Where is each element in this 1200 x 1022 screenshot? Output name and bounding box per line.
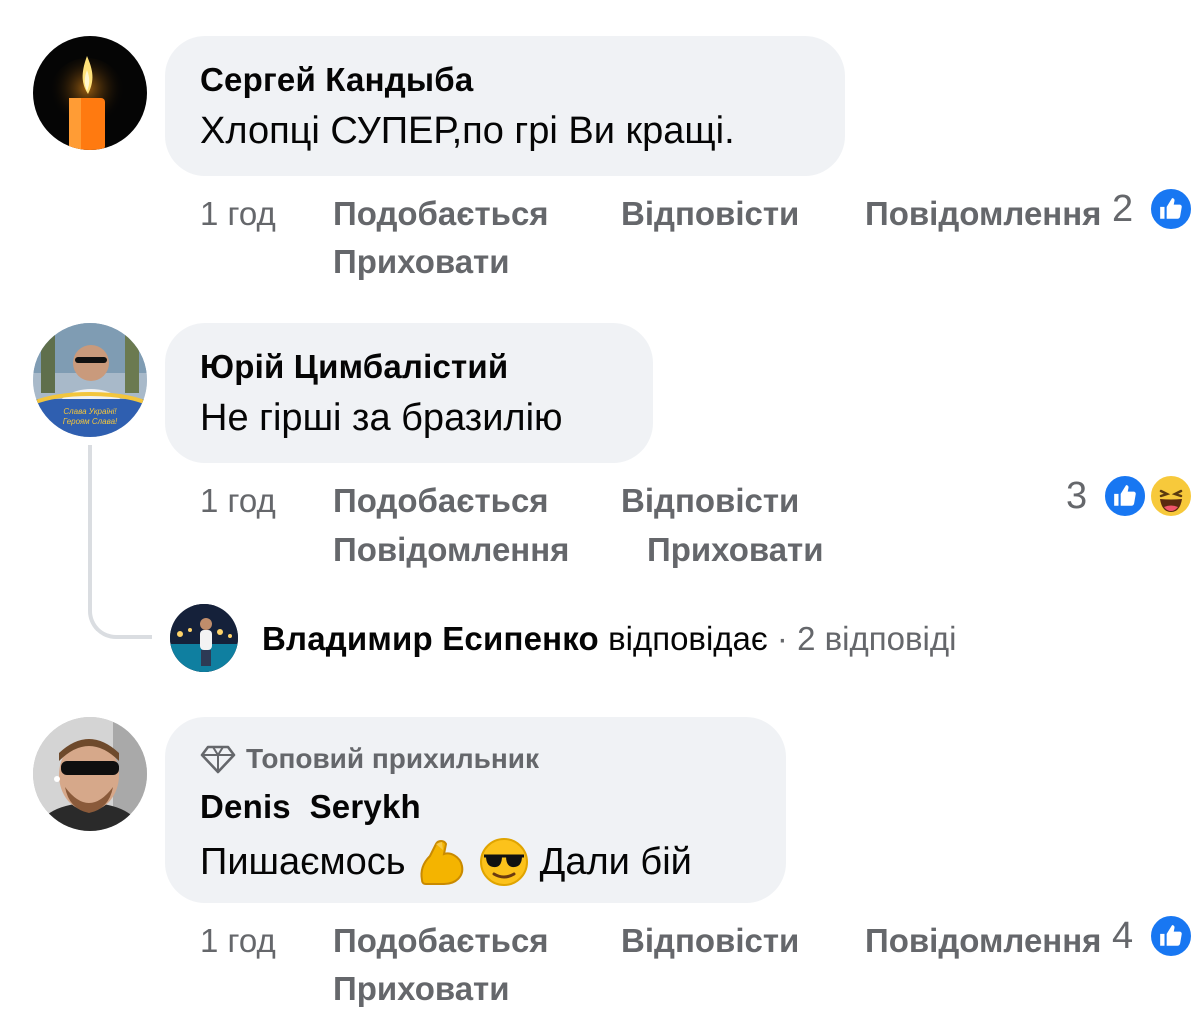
- reaction-count[interactable]: 3: [1066, 475, 1087, 518]
- hide-button[interactable]: Приховати: [647, 531, 824, 569]
- like-button[interactable]: Подобається: [333, 195, 549, 233]
- diamond-icon: [200, 745, 236, 774]
- avatar-candle[interactable]: [33, 36, 147, 150]
- haha-icon[interactable]: [1148, 473, 1194, 519]
- comment-author[interactable]: Сергей Кандыба: [200, 61, 473, 99]
- avatar-vladimir[interactable]: [170, 604, 238, 672]
- report-button[interactable]: Повідомлення: [865, 195, 1101, 233]
- like-button[interactable]: Подобається: [333, 922, 549, 960]
- comment-text: Пишаємось Дали бій: [200, 836, 692, 888]
- avatar-denis[interactable]: [33, 717, 147, 831]
- reaction-count[interactable]: 2: [1112, 188, 1133, 231]
- reply-preview[interactable]: Владимир Есипенко відповідає · 2 відпові…: [262, 620, 956, 658]
- reaction-count[interactable]: 4: [1112, 915, 1133, 958]
- like-button[interactable]: Подобається: [333, 482, 549, 520]
- reply-button[interactable]: Відповісти: [621, 482, 799, 520]
- comment-time[interactable]: 1 год: [200, 922, 276, 960]
- comment-author[interactable]: Denis Serykh: [200, 788, 421, 826]
- thread-connector-line: [88, 445, 152, 639]
- candle-icon: [49, 56, 125, 150]
- reply-count[interactable]: 2 відповіді: [797, 620, 956, 657]
- reply-separator: ·: [776, 620, 788, 657]
- comment-author[interactable]: Юрій Цимбалістий: [200, 348, 508, 386]
- profile-photo-icon: [170, 604, 238, 672]
- comment-time[interactable]: 1 год: [200, 482, 276, 520]
- comment-bubble: [165, 323, 653, 463]
- flexed-biceps-icon: [420, 840, 463, 885]
- avatar-caption: Слава Україні!: [63, 407, 117, 416]
- sunglasses-face-icon: [479, 838, 528, 886]
- like-icon[interactable]: [1102, 473, 1148, 519]
- like-icon[interactable]: [1148, 186, 1194, 232]
- reply-author[interactable]: Владимир Есипенко: [262, 620, 599, 657]
- report-button[interactable]: Повідомлення: [333, 531, 569, 569]
- report-button[interactable]: Повідомлення: [865, 922, 1101, 960]
- avatar-caption: Героям Слава!: [62, 417, 118, 426]
- hide-button[interactable]: Приховати: [333, 243, 510, 281]
- comment-text-part: Дали бій: [539, 840, 692, 883]
- top-fan-badge: Топовий прихильник: [200, 743, 539, 775]
- avatar-yurii[interactable]: Слава Україні! Героям Слава!: [33, 323, 147, 437]
- reply-verb: відповідає: [608, 620, 768, 657]
- profile-photo-icon: [33, 717, 147, 831]
- comment-bubble: [165, 36, 845, 176]
- reply-button[interactable]: Відповісти: [621, 195, 799, 233]
- comment-text: Хлопці СУПЕР,по грі Ви кращі.: [200, 110, 735, 152]
- comment-text: Не гірші за бразилію: [200, 397, 563, 439]
- top-fan-label: Топовий прихильник: [246, 743, 540, 774]
- like-icon[interactable]: [1148, 913, 1194, 959]
- comment-time[interactable]: 1 год: [200, 195, 276, 233]
- reply-button[interactable]: Відповісти: [621, 922, 799, 960]
- comment-text-part: Пишаємось: [200, 840, 406, 883]
- hide-button[interactable]: Приховати: [333, 970, 510, 1008]
